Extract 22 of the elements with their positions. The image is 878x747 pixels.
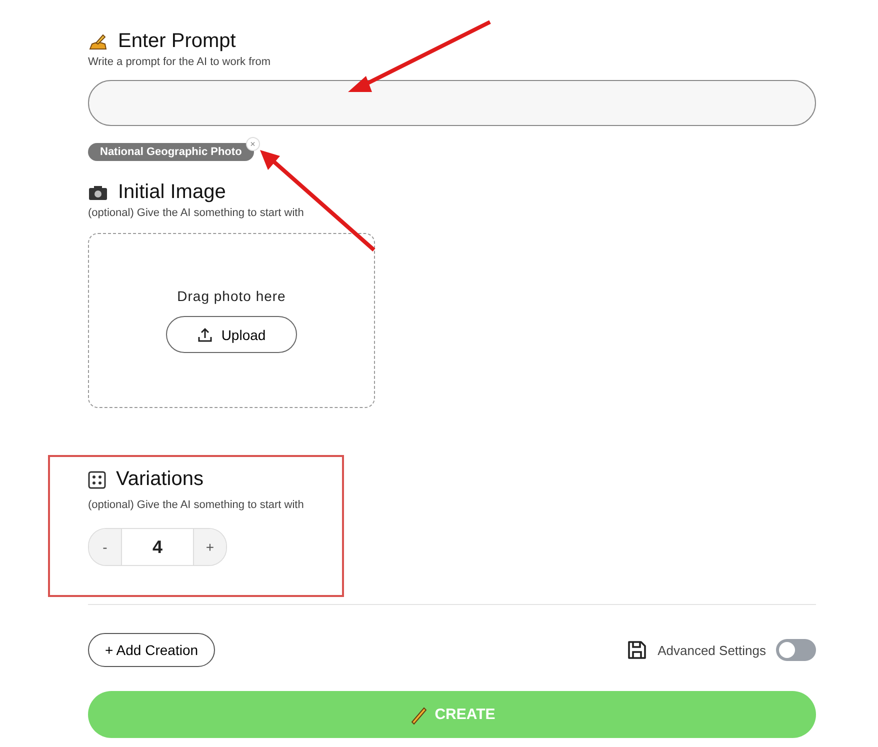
advanced-settings-label: Advanced Settings (658, 642, 766, 658)
section-title: Variations (116, 468, 204, 491)
camera-icon (88, 184, 108, 200)
save-icon (626, 639, 648, 661)
section-title: Enter Prompt (118, 30, 236, 53)
section-subtitle: Write a prompt for the AI to work from (88, 56, 272, 68)
toggle-switch[interactable] (776, 639, 816, 661)
decrement-button[interactable]: - (89, 529, 121, 565)
pencil-icon (408, 704, 429, 724)
remove-tag-button[interactable]: × (246, 137, 260, 151)
section-subtitle: (optional) Give the AI something to start with (88, 499, 305, 511)
add-creation-button[interactable]: + Add Creation (88, 633, 216, 667)
section-title: Initial Image (118, 181, 226, 204)
prompt-field[interactable] (88, 80, 816, 126)
dice-icon (88, 470, 106, 488)
pencil-icon (88, 32, 108, 50)
drop-zone[interactable]: Drag photo here Upload (88, 233, 375, 408)
section-subtitle: (optional) Give the AI something to start with (88, 207, 305, 219)
drop-text: Drag photo here (177, 288, 286, 304)
upload-icon (197, 326, 214, 342)
upload-button[interactable]: Upload (166, 316, 297, 353)
increment-button[interactable]: + (194, 529, 226, 565)
